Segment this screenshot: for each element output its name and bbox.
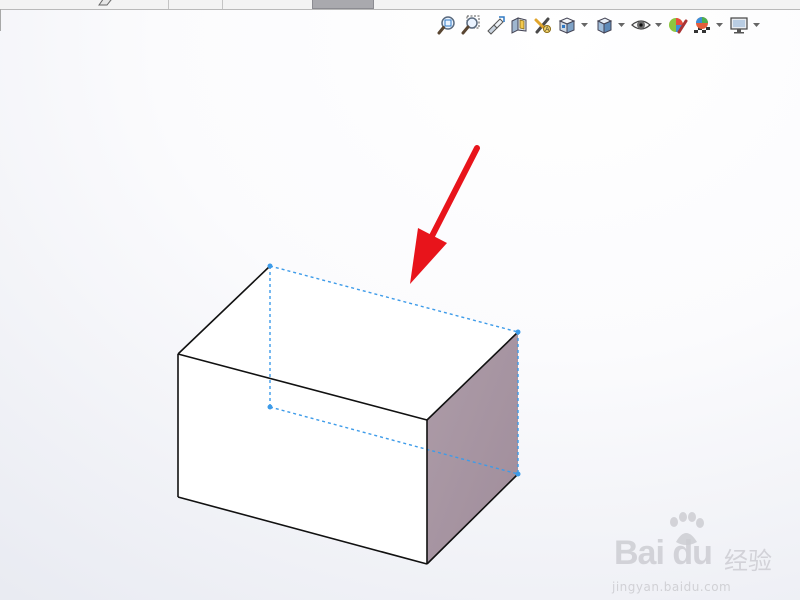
watermark-brand: Bai du [614, 534, 713, 572]
vertex-point[interactable] [515, 471, 521, 477]
watermark-domain: jingyan.baidu.com [612, 580, 732, 594]
graphics-area[interactable] [0, 0, 800, 600]
baidu-jingyan-watermark: Bai du 经验 jingyan.baidu.com [612, 512, 792, 594]
watermark-cn: 经验 [724, 547, 772, 575]
vertex-point[interactable] [267, 263, 273, 269]
vertex-point[interactable] [515, 329, 521, 335]
block-model[interactable] [177, 263, 521, 565]
red-arrow-annotation [410, 145, 480, 284]
arrow-head [410, 228, 447, 284]
arrow-shaft [429, 145, 480, 239]
vertex-point[interactable] [267, 404, 273, 410]
